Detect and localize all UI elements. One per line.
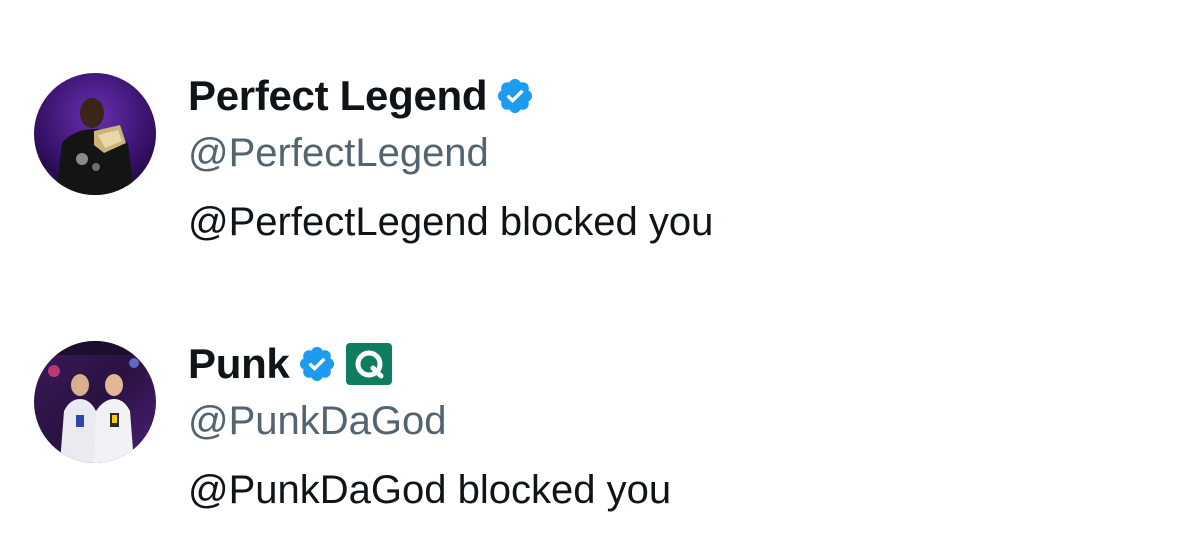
user-handle[interactable]: @PunkDaGod <box>188 399 447 444</box>
affiliate-badge-icon[interactable] <box>345 342 393 386</box>
blocked-status-text: @PunkDaGod blocked you <box>188 468 672 512</box>
blocked-accounts-list: Perfect Legend @PerfectLegend @PerfectLe… <box>0 0 1200 551</box>
name-row: Perfect Legend <box>188 72 535 120</box>
avatar-photo <box>34 73 156 195</box>
user-handle[interactable]: @PerfectLegend <box>188 131 489 176</box>
verified-badge-icon[interactable] <box>297 344 337 384</box>
list-item[interactable]: Punk @PunkDaGod @PunkDaGod blocked you <box>0 268 1200 528</box>
blocked-status-text: @PerfectLegend blocked you <box>188 200 714 244</box>
avatar[interactable] <box>34 73 156 195</box>
list-item[interactable]: Perfect Legend @PerfectLegend @PerfectLe… <box>0 0 1200 260</box>
avatar[interactable] <box>34 341 156 463</box>
avatar-photo <box>34 341 156 463</box>
verified-badge-icon[interactable] <box>495 76 535 116</box>
display-name[interactable]: Perfect Legend <box>188 72 488 120</box>
name-row: Punk <box>188 340 393 388</box>
display-name[interactable]: Punk <box>188 340 290 388</box>
